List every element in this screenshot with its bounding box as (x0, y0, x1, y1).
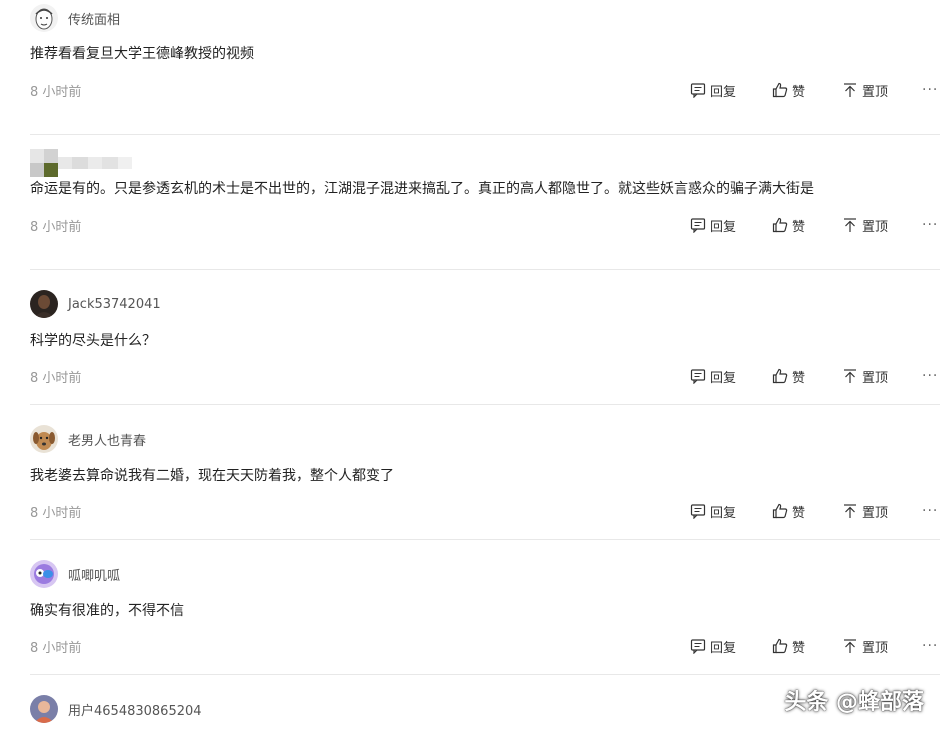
thumbs-up-icon (772, 638, 788, 654)
comment-actions: 回复 赞 置顶 ··· (690, 636, 938, 656)
comment-text: 科学的尽头是什么？ (30, 333, 156, 349)
like-label: 赞 (792, 505, 806, 521)
comment-meta: 8 小时前 回复 赞 置顶 ··· (30, 366, 940, 386)
thumbs-up-icon (772, 368, 788, 384)
reply-label: 回复 (710, 219, 737, 235)
pin-top-icon (844, 218, 856, 232)
like-button[interactable]: 赞 (772, 216, 842, 235)
comment-header: 老男人也青春 (30, 425, 146, 453)
timestamp: 8 小时前 (30, 640, 82, 656)
comment-header: 传统面相 (30, 4, 120, 32)
reply-label: 回复 (710, 640, 737, 656)
username[interactable]: Jack53742041 (68, 297, 161, 312)
pin-top-icon (844, 83, 856, 97)
like-button[interactable]: 赞 (772, 502, 842, 521)
comment-text: 命运是有的。只是参透玄机的术士是不出世的，江湖混子混进来搞乱了。真正的高人都隐世… (30, 181, 814, 197)
comment-item: Jack53742041 科学的尽头是什么？ 8 小时前 回复 赞 置顶 ··· (30, 270, 940, 405)
watermark: 头条 @蜂部落 (784, 690, 924, 715)
more-options-button[interactable]: ··· (922, 503, 938, 519)
comment-actions: 回复 赞 置顶 ··· (690, 80, 938, 100)
reply-icon (690, 369, 706, 384)
like-button[interactable]: 赞 (772, 81, 842, 100)
pin-button[interactable]: 置顶 (842, 502, 922, 521)
comment-header: Jack53742041 (30, 290, 161, 318)
thumbs-up-icon (772, 217, 788, 233)
username[interactable]: 老男人也青春 (68, 430, 146, 449)
pin-top-icon (844, 504, 856, 518)
avatar[interactable] (30, 425, 58, 453)
pin-label: 置顶 (862, 370, 889, 386)
timestamp: 8 小时前 (30, 505, 82, 521)
pin-button[interactable]: 置顶 (842, 637, 922, 656)
avatar[interactable] (30, 695, 58, 723)
comment-header (30, 149, 142, 177)
like-button[interactable]: 赞 (772, 637, 842, 656)
pin-label: 置顶 (862, 505, 889, 521)
pin-label: 置顶 (862, 84, 889, 100)
comment-text: 推荐看看复旦大学王德峰教授的视频 (30, 46, 254, 62)
timestamp: 8 小时前 (30, 219, 82, 235)
avatar[interactable] (30, 4, 58, 32)
like-label: 赞 (792, 219, 806, 235)
reply-label: 回复 (710, 505, 737, 521)
like-label: 赞 (792, 84, 806, 100)
reply-label: 回复 (710, 84, 737, 100)
pin-button[interactable]: 置顶 (842, 216, 922, 235)
comment-meta: 8 小时前 回复 赞 置顶 ··· (30, 215, 940, 235)
reply-button[interactable]: 回复 (690, 502, 772, 521)
reply-label: 回复 (710, 370, 737, 386)
avatar[interactable] (30, 290, 58, 318)
blurred-username (58, 157, 132, 169)
pin-button[interactable]: 置顶 (842, 367, 922, 386)
thumbs-up-icon (772, 503, 788, 519)
reply-button[interactable]: 回复 (690, 81, 772, 100)
username[interactable]: 呱唧叽呱 (68, 565, 120, 584)
reply-icon (690, 218, 706, 233)
comment-meta: 8 小时前 回复 赞 置顶 ··· (30, 501, 940, 521)
comment-item: 老男人也青春 我老婆去算命说我有二婚，现在天天防着我，整个人都变了 8 小时前 … (30, 405, 940, 540)
thumbs-up-icon (772, 82, 788, 98)
comment-actions: 回复 赞 置顶 ··· (690, 366, 938, 386)
comment-meta: 8 小时前 回复 赞 置顶 ··· (30, 80, 940, 100)
reply-icon (690, 504, 706, 519)
comment-header: 用户4654830865204 (30, 695, 202, 723)
avatar[interactable] (30, 149, 58, 177)
comment-text: 我老婆去算命说我有二婚，现在天天防着我，整个人都变了 (30, 468, 394, 484)
comment-item: 呱唧叽呱 确实有很准的，不得不信 8 小时前 回复 赞 置顶 ··· (30, 540, 940, 675)
timestamp: 8 小时前 (30, 84, 82, 100)
more-options-button[interactable]: ··· (922, 638, 938, 654)
reply-button[interactable]: 回复 (690, 637, 772, 656)
username[interactable]: 传统面相 (68, 9, 120, 28)
comment-actions: 回复 赞 置顶 ··· (690, 215, 938, 235)
comment-meta: 8 小时前 回复 赞 置顶 ··· (30, 636, 940, 656)
pin-label: 置顶 (862, 640, 889, 656)
reply-icon (690, 83, 706, 98)
comment-item: 命运是有的。只是参透玄机的术士是不出世的，江湖混子混进来搞乱了。真正的高人都隐世… (30, 135, 940, 270)
comment-text: 确实有很准的，不得不信 (30, 603, 184, 619)
username[interactable]: 用户4654830865204 (68, 700, 202, 719)
comment-header: 呱唧叽呱 (30, 560, 120, 588)
reply-button[interactable]: 回复 (690, 367, 772, 386)
pin-button[interactable]: 置顶 (842, 81, 922, 100)
more-options-button[interactable]: ··· (922, 368, 938, 384)
like-label: 赞 (792, 370, 806, 386)
comment-actions: 回复 赞 置顶 ··· (690, 501, 938, 521)
more-options-button[interactable]: ··· (922, 217, 938, 233)
reply-icon (690, 639, 706, 654)
more-options-button[interactable]: ··· (922, 82, 938, 98)
comment-item: 传统面相 推荐看看复旦大学王德峰教授的视频 8 小时前 回复 赞 置顶 ··· (30, 0, 940, 135)
comment-list: 传统面相 推荐看看复旦大学王德峰教授的视频 8 小时前 回复 赞 置顶 ··· (30, 0, 940, 755)
reply-button[interactable]: 回复 (690, 216, 772, 235)
pin-top-icon (844, 369, 856, 383)
avatar[interactable] (30, 560, 58, 588)
timestamp: 8 小时前 (30, 370, 82, 386)
pin-top-icon (844, 639, 856, 653)
pin-label: 置顶 (862, 219, 889, 235)
like-label: 赞 (792, 640, 806, 656)
like-button[interactable]: 赞 (772, 367, 842, 386)
